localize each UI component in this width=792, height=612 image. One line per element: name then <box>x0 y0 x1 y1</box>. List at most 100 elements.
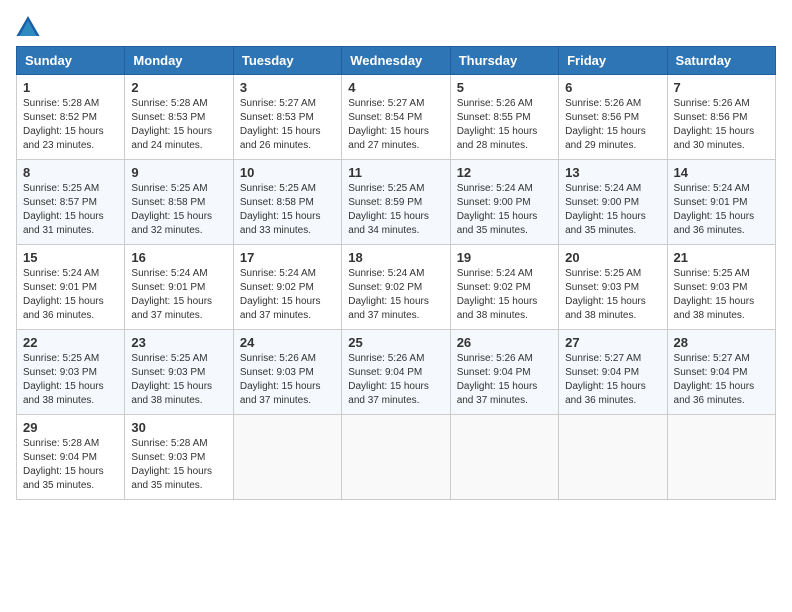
calendar-cell <box>233 415 341 500</box>
day-number: 13 <box>565 165 660 180</box>
day-number: 26 <box>457 335 552 350</box>
day-info: Sunrise: 5:28 AMSunset: 9:04 PMDaylight:… <box>23 437 118 493</box>
column-header-sunday: Sunday <box>17 47 125 75</box>
day-number: 29 <box>23 420 118 435</box>
calendar-cell: 10 Sunrise: 5:25 AMSunset: 8:58 PMDayligh… <box>233 160 341 245</box>
calendar-cell: 24 Sunrise: 5:26 AMSunset: 9:03 PMDayligh… <box>233 330 341 415</box>
day-info: Sunrise: 5:26 AMSunset: 8:56 PMDaylight:… <box>674 97 769 153</box>
day-number: 11 <box>348 165 443 180</box>
logo-icon <box>16 16 40 36</box>
week-row-3: 15 Sunrise: 5:24 AMSunset: 9:01 PMDayligh… <box>17 245 776 330</box>
day-number: 14 <box>674 165 769 180</box>
day-info: Sunrise: 5:26 AMSunset: 9:04 PMDaylight:… <box>348 352 443 408</box>
day-info: Sunrise: 5:26 AMSunset: 8:55 PMDaylight:… <box>457 97 552 153</box>
calendar-cell: 29 Sunrise: 5:28 AMSunset: 9:04 PMDayligh… <box>17 415 125 500</box>
day-info: Sunrise: 5:27 AMSunset: 8:53 PMDaylight:… <box>240 97 335 153</box>
day-number: 12 <box>457 165 552 180</box>
day-number: 9 <box>131 165 226 180</box>
day-number: 23 <box>131 335 226 350</box>
calendar-cell: 8 Sunrise: 5:25 AMSunset: 8:57 PMDaylight… <box>17 160 125 245</box>
calendar-cell: 25 Sunrise: 5:26 AMSunset: 9:04 PMDayligh… <box>342 330 450 415</box>
week-row-2: 8 Sunrise: 5:25 AMSunset: 8:57 PMDaylight… <box>17 160 776 245</box>
calendar-cell: 19 Sunrise: 5:24 AMSunset: 9:02 PMDayligh… <box>450 245 558 330</box>
day-number: 24 <box>240 335 335 350</box>
calendar-cell: 28 Sunrise: 5:27 AMSunset: 9:04 PMDayligh… <box>667 330 775 415</box>
week-row-4: 22 Sunrise: 5:25 AMSunset: 9:03 PMDayligh… <box>17 330 776 415</box>
calendar-cell: 15 Sunrise: 5:24 AMSunset: 9:01 PMDayligh… <box>17 245 125 330</box>
day-number: 25 <box>348 335 443 350</box>
day-info: Sunrise: 5:24 AMSunset: 9:02 PMDaylight:… <box>457 267 552 323</box>
calendar-cell: 30Sunrise: 5:28 AMSunset: 9:03 PMDayligh… <box>125 415 233 500</box>
calendar-table: SundayMondayTuesdayWednesdayThursdayFrid… <box>16 46 776 500</box>
calendar-cell: 6 Sunrise: 5:26 AMSunset: 8:56 PMDaylight… <box>559 75 667 160</box>
week-row-5: 29 Sunrise: 5:28 AMSunset: 9:04 PMDayligh… <box>17 415 776 500</box>
day-info: Sunrise: 5:24 AMSunset: 9:00 PMDaylight:… <box>565 182 660 238</box>
calendar-cell: 18 Sunrise: 5:24 AMSunset: 9:02 PMDayligh… <box>342 245 450 330</box>
calendar-cell: 17 Sunrise: 5:24 AMSunset: 9:02 PMDayligh… <box>233 245 341 330</box>
day-number: 6 <box>565 80 660 95</box>
day-number: 5 <box>457 80 552 95</box>
day-number: 27 <box>565 335 660 350</box>
calendar-cell: 14Sunrise: 5:24 AMSunset: 9:01 PMDayligh… <box>667 160 775 245</box>
day-number: 3 <box>240 80 335 95</box>
day-number: 8 <box>23 165 118 180</box>
day-info: Sunrise: 5:26 AMSunset: 8:56 PMDaylight:… <box>565 97 660 153</box>
day-number: 10 <box>240 165 335 180</box>
calendar-cell: 3 Sunrise: 5:27 AMSunset: 8:53 PMDaylight… <box>233 75 341 160</box>
day-number: 2 <box>131 80 226 95</box>
day-number: 18 <box>348 250 443 265</box>
week-row-1: 1Sunrise: 5:28 AMSunset: 8:52 PMDaylight… <box>17 75 776 160</box>
day-info: Sunrise: 5:25 AMSunset: 8:58 PMDaylight:… <box>240 182 335 238</box>
day-info: Sunrise: 5:27 AMSunset: 9:04 PMDaylight:… <box>674 352 769 408</box>
calendar-cell: 9 Sunrise: 5:25 AMSunset: 8:58 PMDaylight… <box>125 160 233 245</box>
day-info: Sunrise: 5:25 AMSunset: 9:03 PMDaylight:… <box>565 267 660 323</box>
calendar-cell: 27Sunrise: 5:27 AMSunset: 9:04 PMDayligh… <box>559 330 667 415</box>
day-number: 20 <box>565 250 660 265</box>
calendar-cell <box>342 415 450 500</box>
column-header-friday: Friday <box>559 47 667 75</box>
day-info: Sunrise: 5:25 AMSunset: 8:58 PMDaylight:… <box>131 182 226 238</box>
day-number: 30 <box>131 420 226 435</box>
column-header-tuesday: Tuesday <box>233 47 341 75</box>
day-info: Sunrise: 5:28 AMSunset: 8:52 PMDaylight:… <box>23 97 118 153</box>
day-number: 22 <box>23 335 118 350</box>
day-info: Sunrise: 5:26 AMSunset: 9:04 PMDaylight:… <box>457 352 552 408</box>
calendar-cell: 23Sunrise: 5:25 AMSunset: 9:03 PMDayligh… <box>125 330 233 415</box>
day-number: 4 <box>348 80 443 95</box>
page-header <box>16 16 776 36</box>
day-number: 19 <box>457 250 552 265</box>
calendar-cell: 1Sunrise: 5:28 AMSunset: 8:52 PMDaylight… <box>17 75 125 160</box>
day-info: Sunrise: 5:24 AMSunset: 9:01 PMDaylight:… <box>131 267 226 323</box>
column-header-monday: Monday <box>125 47 233 75</box>
calendar-cell <box>450 415 558 500</box>
calendar-cell: 21Sunrise: 5:25 AMSunset: 9:03 PMDayligh… <box>667 245 775 330</box>
day-info: Sunrise: 5:25 AMSunset: 8:57 PMDaylight:… <box>23 182 118 238</box>
calendar-cell: 2 Sunrise: 5:28 AMSunset: 8:53 PMDaylight… <box>125 75 233 160</box>
column-header-thursday: Thursday <box>450 47 558 75</box>
day-info: Sunrise: 5:24 AMSunset: 9:02 PMDaylight:… <box>348 267 443 323</box>
column-header-wednesday: Wednesday <box>342 47 450 75</box>
day-number: 15 <box>23 250 118 265</box>
day-info: Sunrise: 5:25 AMSunset: 9:03 PMDaylight:… <box>23 352 118 408</box>
day-number: 7 <box>674 80 769 95</box>
day-info: Sunrise: 5:26 AMSunset: 9:03 PMDaylight:… <box>240 352 335 408</box>
day-info: Sunrise: 5:24 AMSunset: 9:01 PMDaylight:… <box>23 267 118 323</box>
day-number: 16 <box>131 250 226 265</box>
day-number: 28 <box>674 335 769 350</box>
day-info: Sunrise: 5:28 AMSunset: 8:53 PMDaylight:… <box>131 97 226 153</box>
calendar-cell: 16 Sunrise: 5:24 AMSunset: 9:01 PMDayligh… <box>125 245 233 330</box>
calendar-cell: 12Sunrise: 5:24 AMSunset: 9:00 PMDayligh… <box>450 160 558 245</box>
calendar-cell: 20 Sunrise: 5:25 AMSunset: 9:03 PMDayligh… <box>559 245 667 330</box>
day-number: 17 <box>240 250 335 265</box>
logo <box>16 16 44 36</box>
day-number: 21 <box>674 250 769 265</box>
day-info: Sunrise: 5:24 AMSunset: 9:02 PMDaylight:… <box>240 267 335 323</box>
calendar-cell: 26 Sunrise: 5:26 AMSunset: 9:04 PMDayligh… <box>450 330 558 415</box>
calendar-cell <box>667 415 775 500</box>
calendar-cell <box>559 415 667 500</box>
calendar-cell: 4Sunrise: 5:27 AMSunset: 8:54 PMDaylight… <box>342 75 450 160</box>
calendar-cell: 13 Sunrise: 5:24 AMSunset: 9:00 PMDayligh… <box>559 160 667 245</box>
calendar-header-row: SundayMondayTuesdayWednesdayThursdayFrid… <box>17 47 776 75</box>
calendar-cell: 22 Sunrise: 5:25 AMSunset: 9:03 PMDayligh… <box>17 330 125 415</box>
column-header-saturday: Saturday <box>667 47 775 75</box>
